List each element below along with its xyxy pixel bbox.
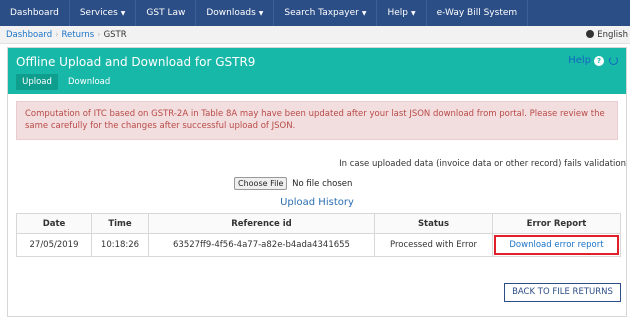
table-header-row: Date Time Reference id Status Error Repo… — [16, 213, 621, 234]
file-input: Choose File No file chosen — [234, 177, 352, 190]
nav-eway-bill[interactable]: e-Way Bill System — [427, 0, 529, 26]
cell-error-report: Download error report — [492, 233, 621, 257]
card-header: Offline Upload and Download for GSTR9 Up… — [8, 48, 626, 94]
caret-down-icon: ▼ — [361, 10, 367, 17]
validation-info-text: In case uploaded data (invoice data or o… — [339, 159, 626, 169]
breadcrumb-separator: › — [55, 30, 59, 40]
back-to-file-returns-button[interactable]: BACK TO FILE RETURNS — [504, 283, 621, 302]
nav-label: GST Law — [146, 8, 186, 18]
nav-gst-law[interactable]: GST Law — [136, 0, 197, 26]
language-label: English — [597, 30, 628, 40]
cell-time: 10:18:26 — [91, 233, 149, 257]
nav-search-taxpayer[interactable]: Search Taxpayer ▼ — [274, 0, 378, 26]
caret-down-icon: ▼ — [410, 10, 416, 17]
alert-message: Computation of ITC based on GSTR-2A in T… — [25, 109, 605, 131]
upload-history-heading: Upload History — [280, 197, 354, 208]
breadcrumb-bar: Dashboard › Returns › GSTR English — [0, 26, 630, 44]
cell-reference-id: 63527ff9-4f56-4a77-a82e-b4ada4341655 — [148, 233, 375, 257]
table-row: 27/05/2019 10:18:26 63527ff9-4f56-4a77-a… — [16, 233, 621, 257]
refresh-icon[interactable] — [609, 56, 618, 65]
nav-label: Dashboard — [10, 8, 59, 18]
column-header-time: Time — [91, 213, 149, 234]
nav-label: Search Taxpayer — [284, 8, 359, 18]
choose-file-button[interactable]: Choose File — [234, 177, 288, 190]
tab-download[interactable]: Download — [68, 74, 110, 90]
globe-icon — [586, 30, 595, 38]
nav-label: Help — [387, 8, 408, 18]
cell-status: Processed with Error — [374, 233, 493, 257]
itc-alert: Computation of ITC based on GSTR-2A in T… — [16, 101, 618, 140]
column-header-status: Status — [374, 213, 493, 234]
top-navigation: Dashboard Services ▼ GST Law Downloads ▼ S… — [0, 0, 630, 26]
nav-label: e-Way Bill System — [436, 8, 518, 18]
caret-down-icon: ▼ — [258, 10, 264, 17]
column-header-date: Date — [16, 213, 92, 234]
file-status: No file chosen — [292, 179, 353, 189]
breadcrumb-dashboard[interactable]: Dashboard — [6, 30, 52, 40]
nav-services[interactable]: Services ▼ — [70, 0, 137, 26]
help-link[interactable]: Help? — [568, 55, 604, 66]
upload-card: Offline Upload and Download for GSTR9 Up… — [7, 47, 627, 317]
cell-date: 27/05/2019 — [16, 233, 92, 257]
help-label: Help — [568, 55, 591, 66]
nav-dashboard[interactable]: Dashboard — [0, 0, 70, 26]
download-error-report-link[interactable]: Download error report — [509, 240, 603, 250]
language-selector[interactable]: English — [586, 26, 628, 44]
nav-label: Downloads — [206, 8, 256, 18]
breadcrumb-current: GSTR — [103, 30, 127, 40]
breadcrumb-returns[interactable]: Returns — [62, 30, 95, 40]
help-question-icon: ? — [594, 56, 604, 66]
column-header-reference-id: Reference id — [148, 213, 375, 234]
nav-help[interactable]: Help ▼ — [377, 0, 427, 26]
page-title: Offline Upload and Download for GSTR9 — [16, 55, 256, 69]
nav-label: Services — [79, 8, 118, 18]
breadcrumb-separator: › — [97, 30, 101, 40]
caret-down-icon: ▼ — [120, 10, 126, 17]
upload-history-table: Date Time Reference id Status Error Repo… — [16, 213, 621, 257]
breadcrumb: Dashboard › Returns › GSTR — [6, 26, 127, 44]
nav-downloads[interactable]: Downloads ▼ — [196, 0, 275, 26]
column-header-error-report: Error Report — [492, 213, 621, 234]
tab-upload[interactable]: Upload — [16, 74, 58, 90]
